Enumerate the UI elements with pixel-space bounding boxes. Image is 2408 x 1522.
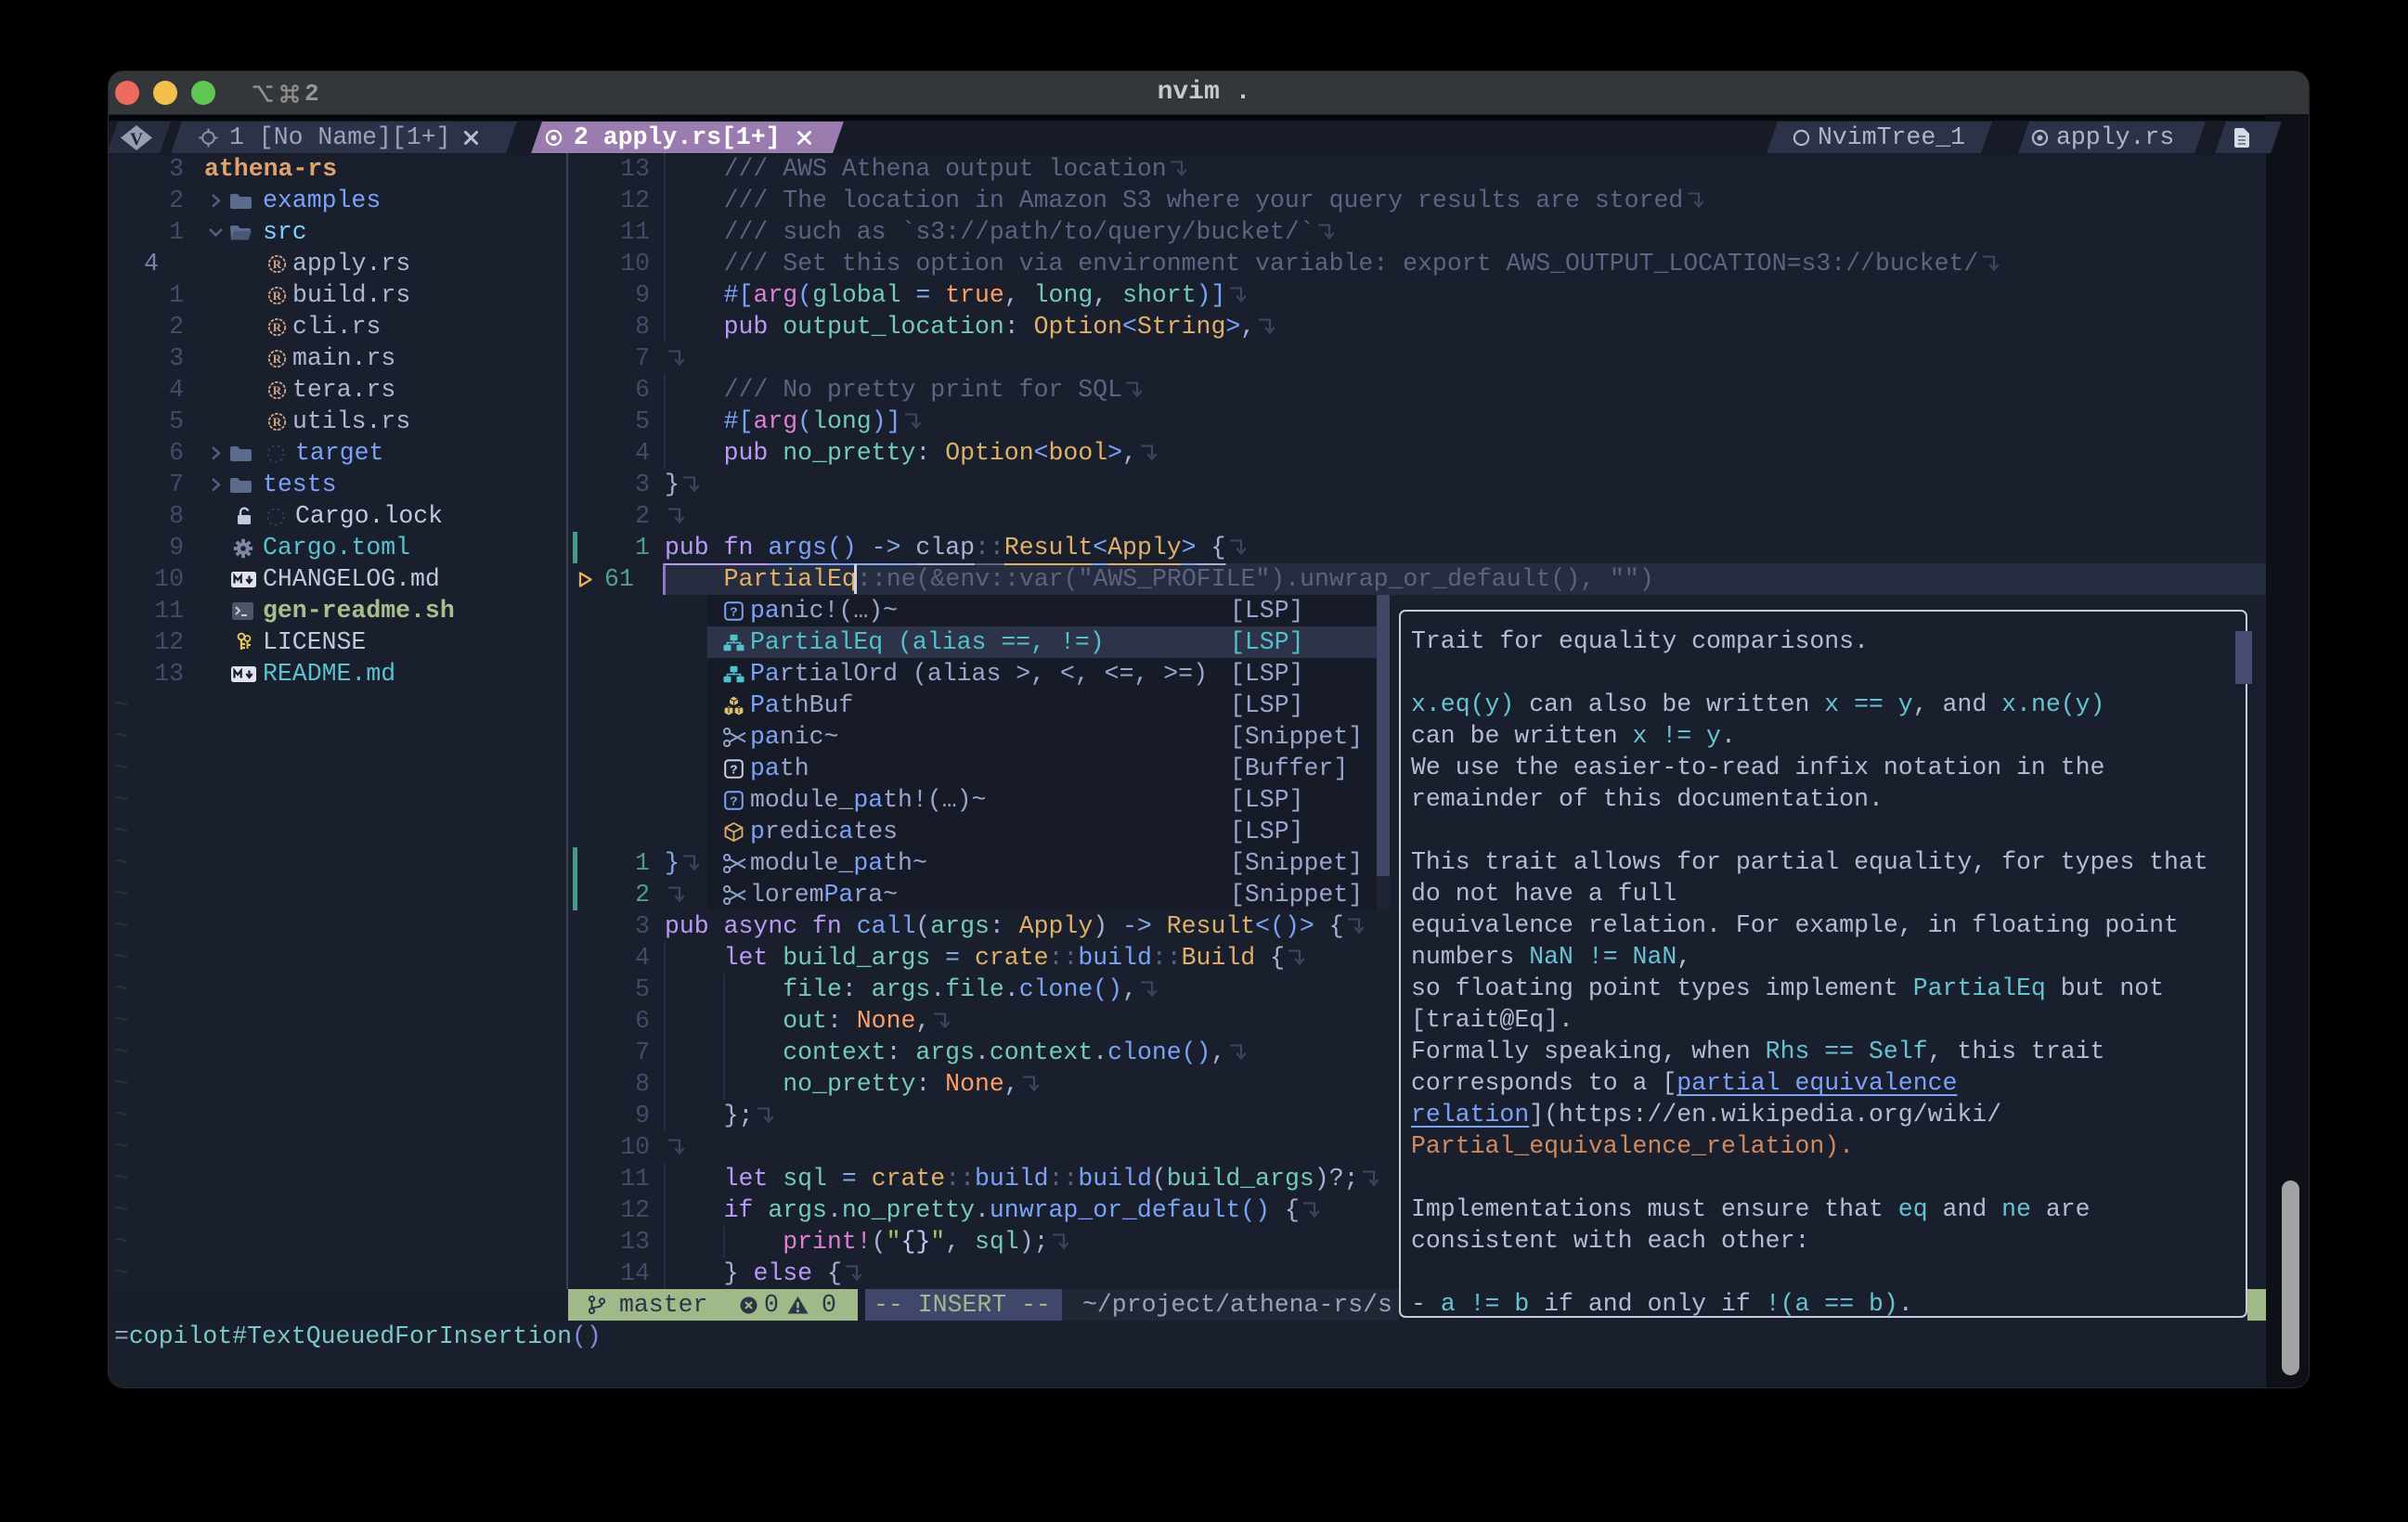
svg-text:R: R bbox=[273, 320, 282, 334]
svg-text:?: ? bbox=[730, 795, 737, 810]
svg-text:R: R bbox=[273, 257, 282, 271]
svg-text:R: R bbox=[273, 289, 282, 303]
svg-text:?: ? bbox=[730, 606, 737, 621]
svg-text:R: R bbox=[273, 383, 282, 397]
svg-text:R: R bbox=[273, 352, 282, 366]
svg-text:V: V bbox=[130, 130, 143, 149]
svg-text:R: R bbox=[273, 415, 282, 429]
svg-text:?: ? bbox=[730, 764, 737, 779]
